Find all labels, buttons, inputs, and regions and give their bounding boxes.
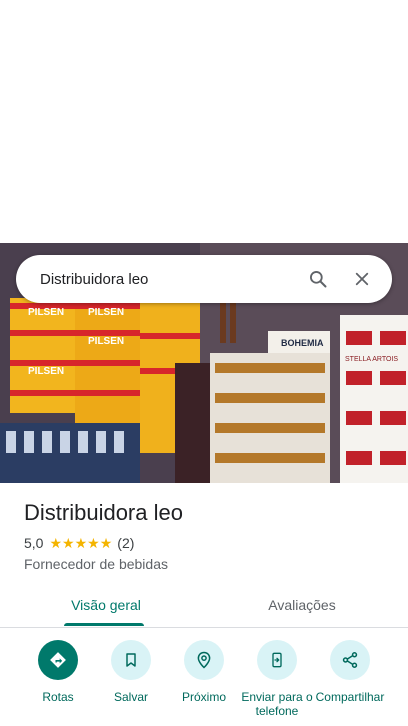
send-to-phone-label: Enviar para o telefone [241, 690, 313, 718]
save-label: Salvar [113, 690, 148, 704]
search-icon[interactable] [300, 261, 336, 297]
nearby-button[interactable]: Próximo [166, 640, 242, 704]
share-icon [330, 640, 370, 680]
search-input[interactable]: Distribuidora leo [40, 271, 292, 288]
map-blank-area [0, 0, 408, 243]
pack-label: STELLA ARTOIS [345, 356, 398, 363]
pack-label: PILSEN [28, 307, 64, 318]
pack-label: PILSEN [88, 336, 124, 347]
star-rating: ★ ★ ★ ★ ★ [49, 535, 112, 551]
close-icon[interactable] [344, 261, 380, 297]
star-icon: ★ [99, 535, 113, 551]
directions-button[interactable]: Rotas [20, 640, 96, 704]
share-button[interactable]: Compartilhar [312, 640, 388, 704]
save-button[interactable]: Salvar [93, 640, 169, 704]
share-label: Compartilhar [315, 690, 385, 704]
active-tab-indicator [64, 623, 144, 626]
star-icon: ★ [62, 535, 75, 551]
tab-reviews[interactable]: Avaliações [230, 582, 374, 627]
star-icon: ★ [74, 535, 88, 551]
search-bar[interactable]: Distribuidora leo [16, 255, 392, 303]
pack-label: PILSEN [88, 307, 124, 318]
tab-overview[interactable]: Visão geral [34, 582, 178, 627]
reviews-count: (2) [117, 535, 135, 551]
send-to-phone-icon [257, 640, 297, 680]
send-to-phone-button[interactable]: Enviar para o telefone [239, 640, 315, 718]
star-icon: ★ [49, 535, 63, 551]
star-icon: ★ [87, 535, 100, 551]
pack-label: PILSEN [28, 366, 64, 377]
bookmark-icon [111, 640, 151, 680]
rating-row[interactable]: 5,0 ★ ★ ★ ★ ★ (2) [24, 535, 134, 551]
rating-value: 5,0 [24, 535, 44, 551]
place-category: Fornecedor de bebidas [24, 556, 168, 572]
directions-label: Rotas [42, 690, 74, 704]
nearby-label: Próximo [181, 690, 226, 704]
place-title: Distribuidora leo [24, 500, 183, 525]
pack-label: BOHEMIA [281, 338, 324, 348]
tab-bar: Visão geral Avaliações [0, 582, 408, 628]
action-bar: Rotas Salvar Próximo Enviar para o telef… [0, 640, 408, 726]
nearby-icon [184, 640, 224, 680]
directions-icon [38, 640, 78, 680]
